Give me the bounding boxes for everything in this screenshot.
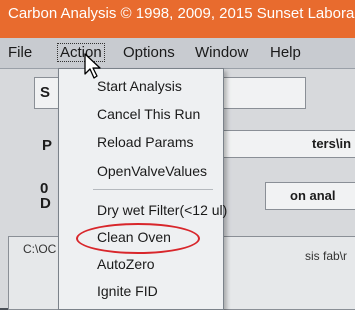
background-label-p: P [42,137,53,154]
menu-file[interactable]: File [8,44,32,61]
menu-item-start-analysis[interactable]: Start Analysis [97,78,182,94]
menu-options[interactable]: Options [123,44,175,61]
background-label-s: S [40,84,51,101]
background-label-d: D [40,195,51,212]
menu-item-dry-wet-filter[interactable]: Dry wet Filter(<12 ul) [97,202,227,218]
menu-item-autozero[interactable]: AutoZero [97,256,155,272]
window-title: Carbon Analysis © 1998, 2009, 2015 Sunse… [8,5,355,22]
log-panel-left-text: C:\OC [23,242,57,256]
mouse-cursor-icon [84,53,101,79]
action-menu-dropdown: Start Analysis Cancel This Run Reload Pa… [58,68,227,310]
analysis-field-text: on anal [290,188,336,203]
menu-item-open-valve-values[interactable]: OpenValveValues [97,163,207,179]
menu-item-ignite-fid[interactable]: Ignite FID [97,283,158,299]
menu-separator [93,189,213,190]
screen: Carbon Analysis © 1998, 2009, 2015 Sunse… [0,0,355,310]
highlight-circle [76,223,200,254]
menu-bar: File Action Options Window Help [0,38,355,69]
title-bar: Carbon Analysis © 1998, 2009, 2015 Sunse… [0,0,355,38]
menu-item-reload-params[interactable]: Reload Params [97,134,194,150]
menu-help[interactable]: Help [270,44,301,61]
menu-window[interactable]: Window [195,44,248,61]
menu-item-cancel-run[interactable]: Cancel This Run [97,106,200,122]
log-panel-right-text: sis fab\r [305,249,348,263]
params-field-text: ters\in [312,136,352,151]
